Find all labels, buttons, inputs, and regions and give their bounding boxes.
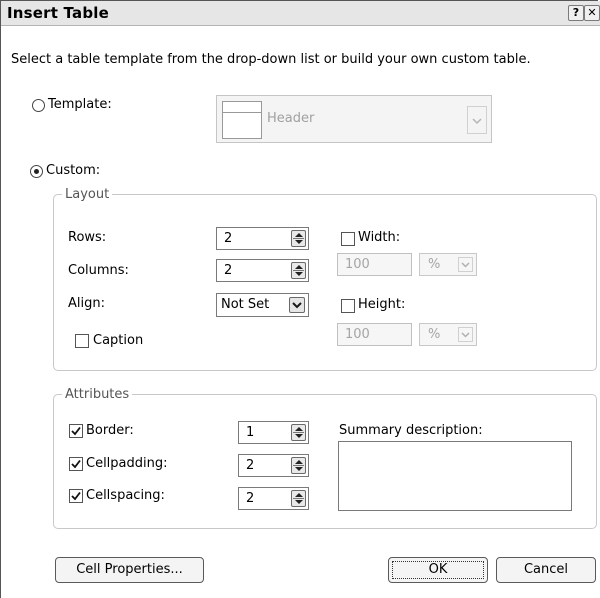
chevron-down-icon [467, 106, 487, 134]
summary-label: Summary description: [339, 423, 483, 438]
width-label: Width: [358, 230, 401, 245]
title-bar: Insert Table ? ✕ [1, 1, 600, 26]
rows-label: Rows: [68, 230, 107, 245]
columns-value: 2 [224, 263, 233, 278]
rows-stepper[interactable]: 2 [216, 227, 309, 250]
attributes-legend: Attributes [65, 387, 130, 402]
custom-radio[interactable] [30, 165, 43, 178]
width-input[interactable]: 100 [337, 253, 412, 276]
align-value: Not Set [221, 297, 270, 312]
layout-legend: Layout [65, 187, 110, 202]
check-icon [71, 459, 81, 469]
align-label: Align: [68, 296, 105, 311]
columns-label: Columns: [68, 263, 129, 278]
height-label: Height: [358, 297, 406, 312]
width-unit-select[interactable]: % [419, 253, 477, 276]
template-label: Template: [48, 97, 112, 112]
ok-button[interactable]: OK [388, 557, 488, 583]
template-preview-label: Header [267, 111, 315, 126]
check-icon [71, 491, 81, 501]
border-label: Border: [86, 423, 134, 438]
cellspacing-checkbox[interactable] [69, 489, 83, 503]
chevron-down-icon[interactable] [289, 297, 305, 313]
border-stepper[interactable]: 1 [238, 421, 309, 444]
height-checkbox[interactable] [341, 299, 355, 313]
cellspacing-value: 2 [246, 491, 255, 506]
cellpadding-stepper[interactable]: 2 [238, 454, 309, 477]
cellpadding-label: Cellpadding: [86, 456, 168, 471]
cell-properties-button[interactable]: Cell Properties... [55, 557, 204, 583]
border-checkbox[interactable] [69, 424, 83, 438]
rows-value: 2 [224, 231, 233, 246]
border-value: 1 [246, 425, 255, 440]
chevron-down-icon [458, 257, 473, 272]
width-unit: % [428, 257, 441, 272]
spinner-arrows-icon[interactable] [291, 230, 306, 247]
cellpadding-checkbox[interactable] [69, 457, 83, 471]
template-radio[interactable] [32, 99, 45, 112]
height-input[interactable]: 100 [337, 323, 412, 346]
cellspacing-stepper[interactable]: 2 [238, 487, 309, 510]
caption-checkbox[interactable] [75, 334, 89, 348]
template-thumbnail [222, 101, 262, 139]
cellpadding-value: 2 [246, 458, 255, 473]
height-unit-select[interactable]: % [419, 323, 477, 346]
help-icon[interactable]: ? [568, 5, 584, 21]
cancel-button[interactable]: Cancel [496, 557, 596, 583]
check-icon [71, 426, 81, 436]
height-unit: % [428, 327, 441, 342]
caption-label: Caption [93, 333, 144, 348]
insert-table-dialog: Insert Table ? ✕ Select a table template… [0, 0, 600, 598]
width-value: 100 [345, 257, 370, 272]
columns-stepper[interactable]: 2 [216, 259, 309, 282]
spinner-arrows-icon[interactable] [291, 490, 306, 507]
template-dropdown: Header [216, 95, 492, 143]
spinner-arrows-icon[interactable] [291, 424, 306, 441]
spinner-arrows-icon[interactable] [291, 262, 306, 279]
width-checkbox[interactable] [341, 232, 355, 246]
summary-textarea[interactable] [338, 441, 572, 511]
chevron-down-icon [458, 327, 473, 342]
align-select[interactable]: Not Set [216, 293, 309, 317]
height-value: 100 [345, 327, 370, 342]
close-icon[interactable]: ✕ [584, 5, 600, 21]
cellspacing-label: Cellspacing: [86, 488, 165, 503]
spinner-arrows-icon[interactable] [291, 457, 306, 474]
custom-label: Custom: [46, 163, 101, 178]
dialog-title: Insert Table [7, 4, 110, 22]
focus-outline [392, 561, 484, 579]
intro-text: Select a table template from the drop-do… [11, 52, 531, 67]
